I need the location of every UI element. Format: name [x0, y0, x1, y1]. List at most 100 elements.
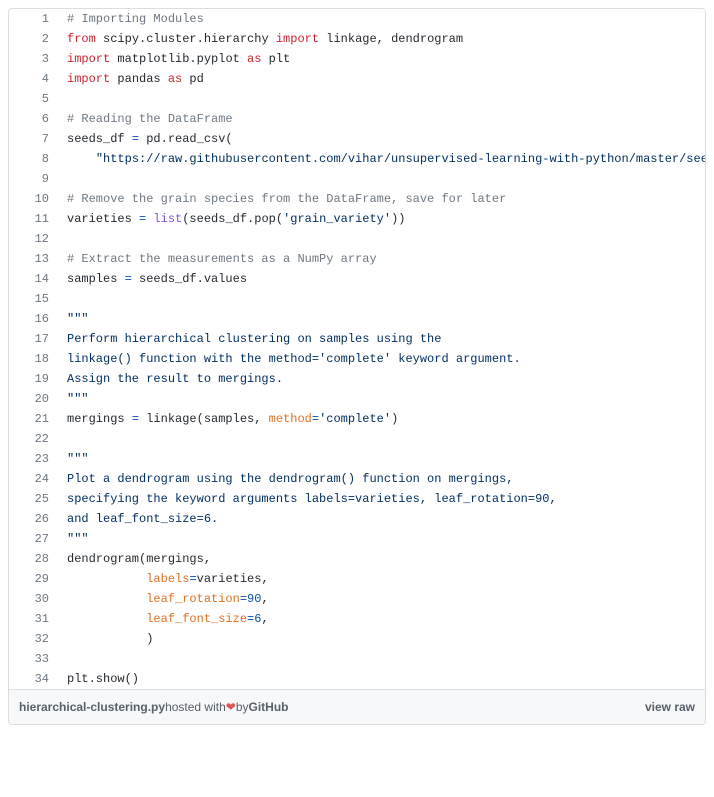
token: Assign the result to mergings. — [67, 372, 283, 386]
line-content: # Remove the grain species from the Data… — [59, 189, 705, 209]
token: linkage, dendrogram — [319, 32, 463, 46]
token — [67, 152, 96, 166]
line-number[interactable]: 13 — [9, 249, 59, 269]
line-number[interactable]: 26 — [9, 509, 59, 529]
code-line: 2from scipy.cluster.hierarchy import lin… — [9, 29, 705, 49]
github-link[interactable]: GitHub — [249, 700, 289, 714]
token: Perform hierarchical clustering on sampl… — [67, 332, 441, 346]
line-number[interactable]: 25 — [9, 489, 59, 509]
line-number[interactable]: 27 — [9, 529, 59, 549]
line-number[interactable]: 29 — [9, 569, 59, 589]
code-line: 20 """ — [9, 389, 705, 409]
view-raw-link[interactable]: view raw — [645, 700, 695, 714]
line-number[interactable]: 7 — [9, 129, 59, 149]
line-number[interactable]: 5 — [9, 89, 59, 109]
code-line: 19 Assign the result to mergings. — [9, 369, 705, 389]
line-content: # Extract the measurements as a NumPy ar… — [59, 249, 705, 269]
code-line: 10 # Remove the grain species from the Da… — [9, 189, 705, 209]
token: = — [125, 272, 132, 286]
line-content: """ — [59, 389, 705, 409]
token: method — [269, 412, 312, 426]
line-number[interactable]: 4 — [9, 69, 59, 89]
line-number[interactable]: 28 — [9, 549, 59, 569]
line-number[interactable]: 23 — [9, 449, 59, 469]
line-number[interactable]: 3 — [9, 49, 59, 69]
token: = — [132, 412, 139, 426]
line-content — [59, 289, 705, 309]
line-content: varieties = list(seeds_df.pop('grain_var… — [59, 209, 705, 229]
line-number[interactable]: 22 — [9, 429, 59, 449]
code-line: 5 — [9, 89, 705, 109]
token: list — [153, 212, 182, 226]
line-number[interactable]: 21 — [9, 409, 59, 429]
token: """ — [67, 312, 89, 326]
token: as — [247, 52, 261, 66]
token: # Reading the DataFrame — [67, 112, 233, 126]
line-number[interactable]: 17 — [9, 329, 59, 349]
line-number[interactable]: 20 — [9, 389, 59, 409]
token: # Remove the grain species from the Data… — [67, 192, 506, 206]
hosted-by-text: by — [236, 700, 249, 714]
gist-container: 1 # Importing Modules 2from scipy.cluster.… — [8, 8, 706, 725]
line-number[interactable]: 15 — [9, 289, 59, 309]
code-line: 4import pandas as pd — [9, 69, 705, 89]
line-number[interactable]: 6 — [9, 109, 59, 129]
code-line: 17 Perform hierarchical clustering on sam… — [9, 329, 705, 349]
token: seeds_df — [67, 132, 132, 146]
token: pd — [182, 72, 204, 86]
line-number[interactable]: 18 — [9, 349, 59, 369]
token: , — [261, 612, 268, 626]
code-line: 23 """ — [9, 449, 705, 469]
line-number[interactable]: 19 — [9, 369, 59, 389]
line-content — [59, 649, 705, 669]
line-number[interactable]: 24 — [9, 469, 59, 489]
code-line: 33 — [9, 649, 705, 669]
token: """ — [67, 452, 89, 466]
line-number[interactable]: 31 — [9, 609, 59, 629]
line-content: seeds_df = pd.read_csv( — [59, 129, 705, 149]
token: = — [189, 572, 196, 586]
code-line: 25specifying the keyword arguments label… — [9, 489, 705, 509]
line-content: # Importing Modules — [59, 9, 705, 29]
line-number[interactable]: 16 — [9, 309, 59, 329]
token — [67, 572, 146, 586]
token: = — [312, 412, 319, 426]
line-content: mergings = linkage(samples, method='comp… — [59, 409, 705, 429]
line-content: dendrogram(mergings, — [59, 549, 705, 569]
line-number[interactable]: 8 — [9, 149, 59, 169]
code-scroll[interactable]: 1 # Importing Modules 2from scipy.cluster.… — [9, 9, 705, 689]
line-number[interactable]: 32 — [9, 629, 59, 649]
token: (seeds_df.pop( — [182, 212, 283, 226]
line-number[interactable]: 33 — [9, 649, 59, 669]
token: linkage(samples, — [139, 412, 269, 426]
code-line: 8 "https://raw.githubusercontent.com/vih… — [9, 149, 705, 169]
gist-filename-link[interactable]: hierarchical-clustering.py — [19, 700, 165, 714]
token: # Importing Modules — [67, 12, 204, 26]
token: varieties — [67, 212, 139, 226]
code-line: 1 # Importing Modules — [9, 9, 705, 29]
line-number[interactable]: 9 — [9, 169, 59, 189]
line-content: Plot a dendrogram using the dendrogram()… — [59, 469, 705, 489]
line-number[interactable]: 12 — [9, 229, 59, 249]
token: "https://raw.githubusercontent.com/vihar… — [96, 152, 705, 166]
gist-meta: hierarchical-clustering.py hosted with ❤… — [9, 689, 705, 724]
line-number[interactable]: 34 — [9, 669, 59, 689]
line-number[interactable]: 2 — [9, 29, 59, 49]
line-number[interactable]: 10 — [9, 189, 59, 209]
line-number[interactable]: 1 — [9, 9, 59, 29]
code-line: 32 ) — [9, 629, 705, 649]
token: 'complete' — [319, 412, 391, 426]
line-number[interactable]: 30 — [9, 589, 59, 609]
line-number[interactable]: 11 — [9, 209, 59, 229]
code-line: 9 — [9, 169, 705, 189]
code-line: 15 — [9, 289, 705, 309]
line-content — [59, 229, 705, 249]
token: """ — [67, 392, 89, 406]
token: mergings — [67, 412, 132, 426]
code-table: 1 # Importing Modules 2from scipy.cluster.… — [9, 9, 705, 689]
line-number[interactable]: 14 — [9, 269, 59, 289]
token: plt.show() — [67, 672, 139, 686]
token: linkage() function with the method='comp… — [67, 352, 521, 366]
hosted-with-text: hosted with — [165, 700, 226, 714]
line-content: plt.show() — [59, 669, 705, 689]
